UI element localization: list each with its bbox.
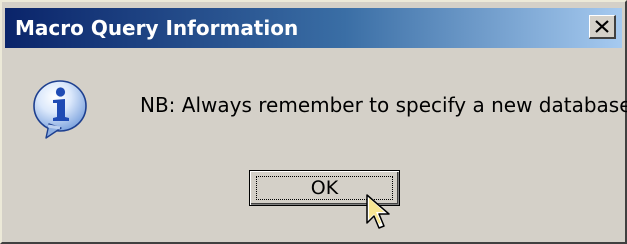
message-text: NB: Always remember to specify a new dat… [140,93,627,117]
information-icon [33,80,87,139]
message-dialog: Macro Query Information NB: Always remem… [0,0,627,244]
close-button[interactable] [589,15,616,39]
close-icon [595,20,609,33]
dialog-title: Macro Query Information [15,16,299,40]
arrow-pointer-cursor [366,194,390,229]
title-bar[interactable]: Macro Query Information [5,8,622,48]
